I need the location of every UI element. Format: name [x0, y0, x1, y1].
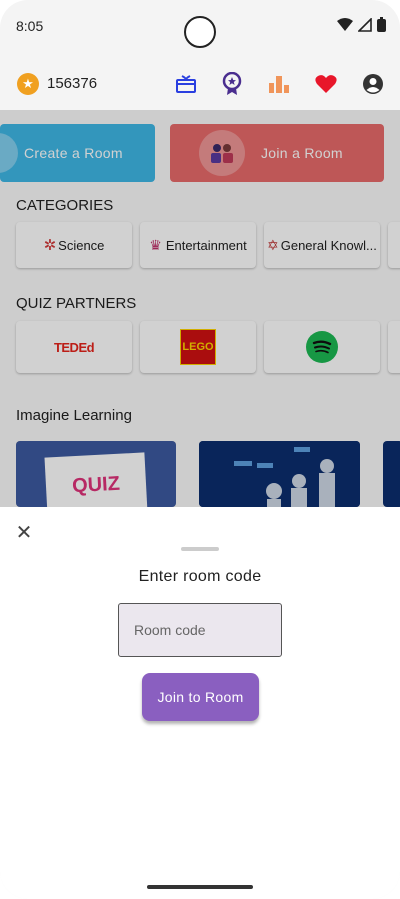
create-room-icon — [0, 133, 18, 173]
partners-title: QUIZ PARTNERS — [16, 295, 137, 312]
room-code-input[interactable] — [118, 603, 282, 657]
badge-icon[interactable] — [220, 72, 244, 96]
learning-title: Imagine Learning — [16, 407, 132, 424]
quiz-sign-text: QUIZ — [71, 472, 121, 497]
category-label: Entertainment — [165, 237, 247, 253]
lego-logo: LEGO — [180, 329, 216, 365]
category-chip-entertainment[interactable]: ♛ Entertainment — [140, 222, 256, 268]
gesture-navigation-bar[interactable] — [147, 885, 253, 889]
coin-icon: ★ — [17, 73, 39, 95]
sheet-title: Enter room code — [138, 568, 262, 585]
coin-count: 156376 — [47, 75, 98, 92]
partner-card-lego[interactable]: LEGO — [140, 321, 256, 373]
people-icon — [199, 130, 245, 176]
partner-card-teded[interactable]: TEDEd — [16, 321, 132, 373]
profile-icon[interactable] — [361, 72, 385, 96]
robots-image — [199, 441, 360, 507]
leaderboard-icon[interactable] — [267, 72, 291, 96]
status-icons — [337, 17, 386, 32]
top-bar: ★ 156376 — [0, 60, 400, 108]
join-room-button[interactable]: Join a Room — [170, 124, 384, 182]
home-content: Create a Room Join a Room CATEGORIES ✲ S… — [0, 110, 400, 510]
partner-card-spotify[interactable] — [264, 321, 380, 373]
category-label: General Knowl... — [280, 237, 377, 253]
entertainment-icon: ♛ — [149, 236, 162, 253]
create-room-label: Create a Room — [24, 145, 123, 161]
join-to-room-button[interactable]: Join to Room — [142, 673, 259, 721]
learning-card-quiz[interactable]: QUIZ — [16, 441, 176, 507]
category-chip-general-knowledge[interactable]: ✡ General Knowl... — [264, 222, 380, 268]
teded-logo: TEDEd — [53, 339, 95, 355]
category-label: Science — [58, 237, 105, 253]
battery-icon — [377, 17, 386, 32]
phone-screen: 8:05 ★ 156376 Create a Room Join a Room … — [0, 0, 400, 899]
close-icon[interactable]: ✕ — [14, 523, 34, 543]
status-time: 8:05 — [16, 18, 44, 34]
heart-icon[interactable] — [314, 72, 338, 96]
sheet-drag-handle[interactable] — [181, 547, 219, 551]
learning-card-robots[interactable] — [199, 441, 360, 507]
camera-cutout — [184, 16, 216, 48]
spotify-logo — [306, 331, 338, 363]
partner-card-more[interactable] — [388, 321, 400, 373]
join-room-label: Join a Room — [261, 145, 343, 161]
categories-title: CATEGORIES — [16, 197, 114, 214]
create-room-button[interactable]: Create a Room — [0, 124, 155, 182]
status-bar: 8:05 — [0, 0, 400, 52]
science-icon: ✲ — [43, 237, 57, 254]
category-chip-more[interactable] — [388, 222, 400, 268]
general-knowledge-icon: ✡ — [267, 236, 279, 253]
quiz-sign: QUIZ — [44, 452, 148, 507]
gift-icon[interactable] — [174, 72, 198, 96]
learning-card-more[interactable] — [383, 441, 400, 507]
room-code-sheet: ✕ Enter room code Join to Room — [0, 507, 400, 899]
wifi-icon — [337, 17, 353, 31]
signal-icon — [358, 17, 372, 32]
category-chip-science[interactable]: ✲ Science — [16, 222, 132, 268]
